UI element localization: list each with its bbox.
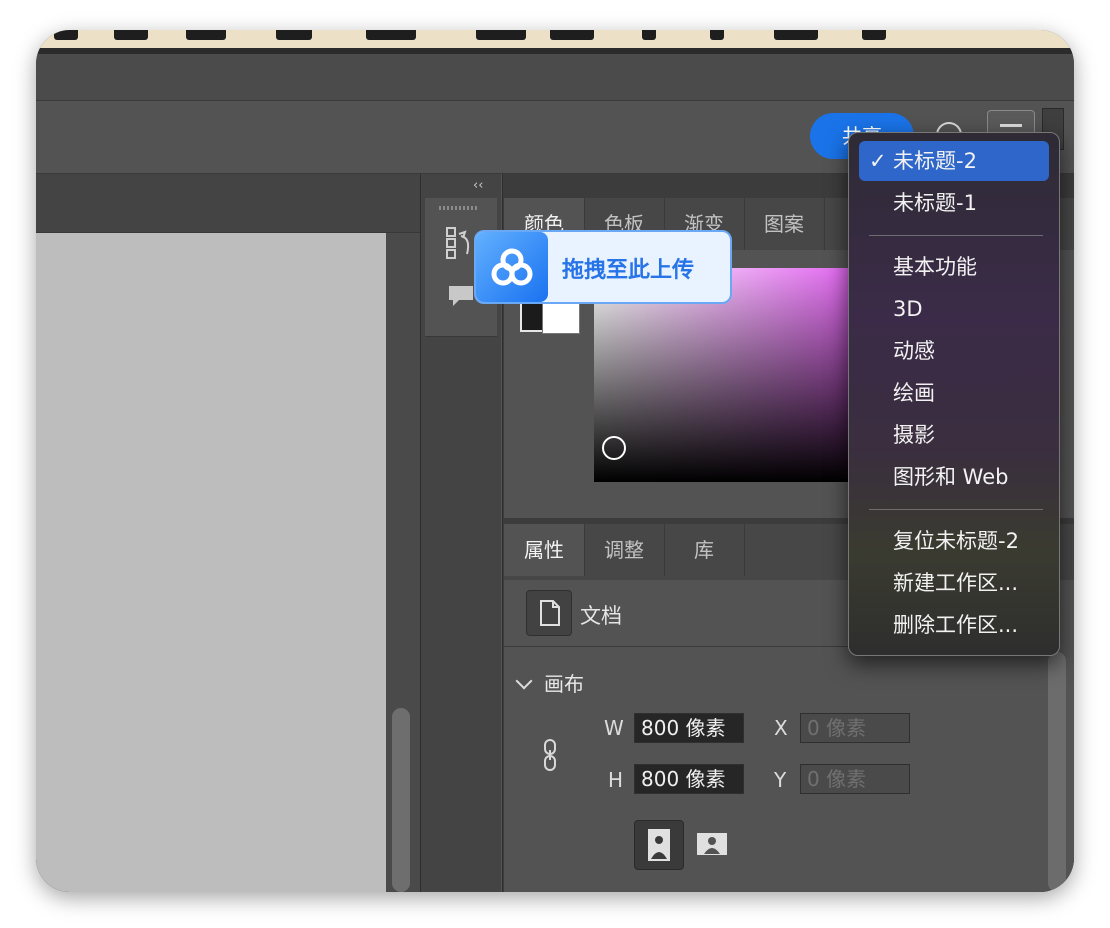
canvas-section-header[interactable]: 画布 — [515, 668, 584, 697]
menu-item-workspace-untitled-2[interactable]: ✓ 未标题-2 — [859, 141, 1049, 181]
document-tab-row — [36, 54, 1074, 101]
document-label: 文档 — [580, 604, 622, 628]
menu-item-photography[interactable]: 摄影 — [859, 415, 1049, 455]
menu-item-reset-workspace[interactable]: 复位未标题-2 — [859, 521, 1049, 561]
menu-item-painting[interactable]: 绘画 — [859, 373, 1049, 413]
menubar-icon — [710, 30, 724, 40]
x-field[interactable]: 0 像素 — [800, 713, 910, 743]
upload-label: 拖拽至此上传 — [562, 258, 695, 283]
menu-item-workspace-untitled-1[interactable]: 未标题-1 — [859, 183, 1049, 223]
y-label: Y — [774, 768, 787, 792]
link-icon[interactable] — [542, 738, 558, 772]
app-window: 共享 ‹‹ 颜色 色板 渐变 图案 属性 调 — [36, 30, 1074, 892]
menubar-icon — [862, 30, 886, 40]
tab-properties[interactable]: 属性 — [504, 524, 585, 576]
width-field[interactable]: 800 像素 — [634, 713, 744, 743]
menubar-icon — [774, 30, 818, 40]
history-icon[interactable] — [445, 226, 475, 260]
checkmark-icon: ✓ — [869, 149, 887, 173]
document-icon — [540, 600, 560, 626]
menubar-icon — [54, 30, 78, 40]
x-label: X — [774, 716, 788, 740]
document-header — [36, 174, 420, 233]
menu-item-new-workspace[interactable]: 新建工作区... — [859, 563, 1049, 603]
portrait-icon — [648, 829, 670, 861]
width-label: W — [604, 716, 624, 740]
menu-item-motion[interactable]: 动感 — [859, 331, 1049, 371]
background-color-swatch[interactable] — [542, 300, 580, 334]
menubar-icon — [366, 30, 416, 40]
landscape-icon[interactable] — [696, 832, 728, 856]
chevron-down-icon — [515, 672, 533, 690]
height-label: H — [608, 768, 624, 792]
menu-item-3d[interactable]: 3D — [859, 289, 1049, 329]
menu-separator — [869, 235, 1043, 236]
menubar-icon — [276, 30, 312, 40]
properties-scrollbar[interactable] — [1048, 652, 1066, 892]
workspace-menu: ✓ 未标题-2 未标题-1 基本功能 3D 动感 绘画 摄影 图形和 Web 复… — [848, 132, 1060, 656]
menu-item-delete-workspace[interactable]: 删除工作区... — [859, 605, 1049, 645]
menu-separator — [869, 509, 1043, 510]
menubar-icon — [186, 30, 226, 40]
tab-libraries[interactable]: 库 — [664, 524, 745, 576]
color-picker-handle[interactable] — [602, 436, 626, 460]
menu-item-essentials[interactable]: 基本功能 — [859, 247, 1049, 287]
upload-drop-zone[interactable]: 拖拽至此上传 — [474, 230, 732, 304]
menubar-icon — [550, 30, 594, 40]
tab-adjustments[interactable]: 调整 — [584, 524, 665, 576]
document-button[interactable] — [526, 590, 572, 636]
canvas[interactable] — [36, 233, 386, 892]
collapse-panels-icon[interactable]: ‹‹ — [473, 178, 483, 193]
menubar-icon — [476, 30, 526, 40]
panel-grip[interactable] — [439, 206, 479, 210]
menubar-icon — [114, 30, 148, 40]
portrait-orientation-button[interactable] — [634, 820, 684, 870]
menu-item-graphic-and-web[interactable]: 图形和 Web — [859, 457, 1049, 497]
canvas-scrollbar[interactable] — [392, 708, 410, 892]
system-menubar — [36, 30, 1074, 48]
height-field[interactable]: 800 像素 — [634, 764, 744, 794]
canvas-section-label: 画布 — [544, 672, 584, 696]
workspace-icon — [1000, 124, 1022, 127]
y-field[interactable]: 0 像素 — [800, 764, 910, 794]
menubar-icon — [642, 30, 656, 40]
tab-patterns[interactable]: 图案 — [744, 198, 825, 250]
cloud-upload-icon — [476, 232, 548, 302]
comment-icon[interactable] — [447, 284, 475, 308]
